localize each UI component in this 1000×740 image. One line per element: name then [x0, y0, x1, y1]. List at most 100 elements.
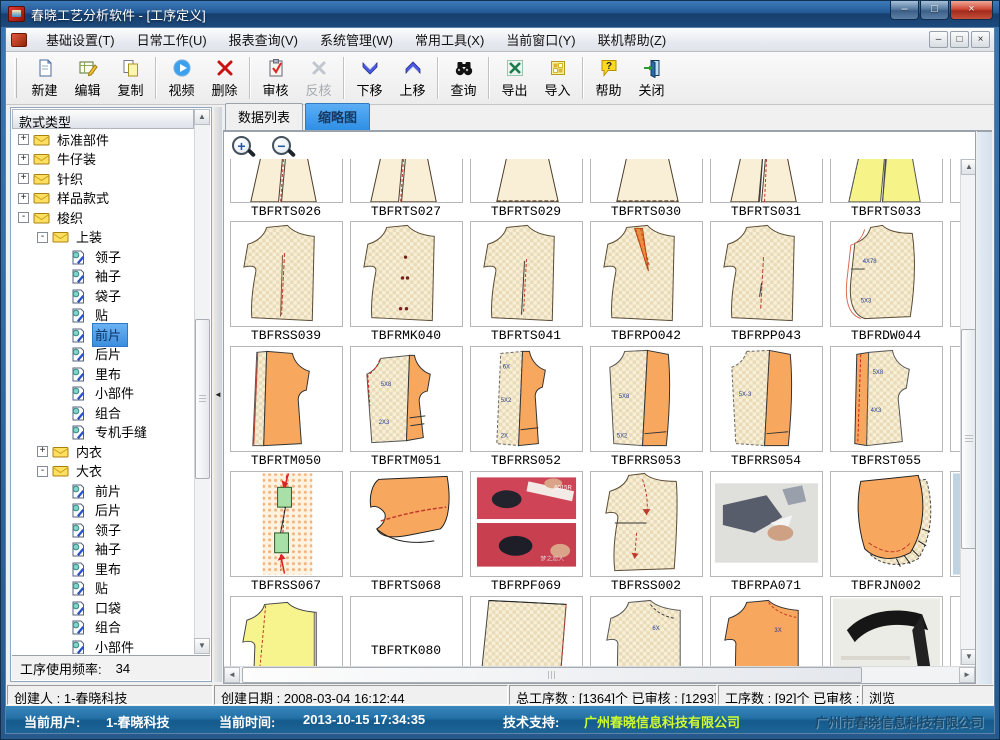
tree-item-袖子[interactable]: 袖子	[12, 540, 194, 560]
thumbnail-TBFRPP043[interactable]: TBFRPP043	[706, 221, 826, 346]
menu-item[interactable]: 基础设置(T)	[35, 27, 126, 52]
thumbnail-TBFRSS067[interactable]: TBFRSS067	[226, 471, 346, 596]
thumbnail-TBFRRS053[interactable]: 5X85X2TBFRRS053	[586, 346, 706, 471]
thumbnail-TBFRTS031[interactable]: TBFRTS031	[706, 159, 826, 221]
tree-item-大衣[interactable]: -大衣	[12, 462, 194, 482]
thumbnail-TBFRTS030[interactable]: TBFRTS030	[586, 159, 706, 221]
panel-splitter[interactable]: ◄	[214, 107, 222, 682]
tree-item-前片[interactable]: 前片	[12, 325, 194, 345]
grid-scroll-up-icon[interactable]: ▲	[961, 159, 976, 175]
tree-item-针织[interactable]: +针织	[12, 169, 194, 189]
thumbnail-cell[interactable]	[946, 221, 960, 346]
expand-icon[interactable]: +	[18, 154, 29, 165]
close-button[interactable]: ×	[950, 1, 993, 20]
toolbar-search-button[interactable]: 查询	[442, 55, 485, 101]
mdi-minimize-button[interactable]: –	[929, 31, 948, 48]
thumbnail-TBFRPA071[interactable]: TBFRPA071	[706, 471, 826, 596]
tree-item-牛仔装[interactable]: +牛仔装	[12, 150, 194, 170]
toolbar-delete-button[interactable]: 删除	[203, 55, 246, 101]
tree-scroll-thumb[interactable]	[195, 319, 210, 479]
toolbar-edit-button[interactable]: 编辑	[66, 55, 109, 101]
thumbnail-cell[interactable]	[826, 596, 946, 671]
grid-scroll-down-icon[interactable]: ▼	[961, 649, 976, 665]
thumbnail-cell[interactable]	[226, 596, 346, 671]
grid-scroll-right-icon[interactable]: ►	[959, 667, 975, 683]
thumbnail-TBFRPF069[interactable]: 6015R梦之恋人TBFRPF069	[466, 471, 586, 596]
thumbnail-TBFRDW044[interactable]: 4X785X3TBFRDW044	[826, 221, 946, 346]
thumbnail-cell[interactable]	[946, 471, 960, 596]
thumbnail-TBFRTM050[interactable]: TBFRTM050	[226, 346, 346, 471]
thumbnail-TBFRTS027[interactable]: TBFRTS027	[346, 159, 466, 221]
tree-item-内衣[interactable]: +内衣	[12, 442, 194, 462]
tree-item-袋子[interactable]: 袋子	[12, 286, 194, 306]
thumbnail-cell[interactable]	[946, 596, 960, 671]
expand-icon[interactable]: +	[18, 193, 29, 204]
thumbnail-cell[interactable]: 6X	[586, 596, 706, 671]
thumbnail-cell[interactable]	[946, 346, 960, 471]
tree-item-贴[interactable]: 贴	[12, 579, 194, 599]
thumbnail-TBFRJN002[interactable]: TBFRJN002	[826, 471, 946, 596]
tab-缩略图[interactable]: 缩略图	[305, 103, 370, 130]
thumbnail-TBFRRS052[interactable]: 6X5X22XTBFRRS052	[466, 346, 586, 471]
tree-item-口袋[interactable]: 口袋	[12, 598, 194, 618]
thumbnail-TBFRTS041[interactable]: TBFRTS041	[466, 221, 586, 346]
toolbar-new-document-button[interactable]: 新建	[23, 55, 66, 101]
thumbnail-TBFRRS054[interactable]: 5X-3TBFRRS054	[706, 346, 826, 471]
thumbnail-TBFRTS068[interactable]: TBFRTS068	[346, 471, 466, 596]
toolbar-exit-button[interactable]: 关闭	[630, 55, 673, 101]
zoom-out-icon[interactable]: −	[272, 136, 296, 160]
tree-item-领子[interactable]: 领子	[12, 520, 194, 540]
grid-vscroll-thumb[interactable]	[961, 329, 976, 549]
tree-item-组合[interactable]: 组合	[12, 618, 194, 638]
minimize-button[interactable]: –	[890, 1, 919, 20]
thumbnail-TBFRTS033[interactable]: TBFRTS033	[826, 159, 946, 221]
grid-hscroll-thumb[interactable]	[242, 667, 862, 683]
tree-item-里布[interactable]: 里布	[12, 364, 194, 384]
collapse-icon[interactable]: -	[18, 212, 29, 223]
toolbar-help-button[interactable]: ?帮助	[587, 55, 630, 101]
tree-item-里布[interactable]: 里布	[12, 559, 194, 579]
thumbnail-cell[interactable]	[946, 159, 960, 221]
zoom-in-icon[interactable]: +	[232, 136, 256, 160]
thumbnail-cell[interactable]: 3X	[706, 596, 826, 671]
tree-item-后片[interactable]: 后片	[12, 345, 194, 365]
tree-item-前片[interactable]: 前片	[12, 481, 194, 501]
toolbar-move-down-button[interactable]: 下移	[348, 55, 391, 101]
collapse-icon[interactable]: -	[37, 466, 48, 477]
tree-item-梭织[interactable]: -梭织	[12, 208, 194, 228]
tree-item-样品款式[interactable]: +样品款式	[12, 189, 194, 209]
menu-item[interactable]: 报表查询(V)	[218, 27, 309, 52]
menu-item[interactable]: 日常工作(U)	[126, 27, 218, 52]
expand-icon[interactable]: +	[18, 173, 29, 184]
tree-scroll-up-icon[interactable]: ▲	[194, 109, 210, 125]
thumbnail-TBFRST055[interactable]: 5X84X3TBFRST055	[826, 346, 946, 471]
tab-数据列表[interactable]: 数据列表	[225, 103, 303, 130]
tree-item-上装[interactable]: -上装	[12, 228, 194, 248]
toolbar-move-up-button[interactable]: 上移	[391, 55, 434, 101]
toolbar-approve-button[interactable]: 审核	[254, 55, 297, 101]
tree-item-专机手缝[interactable]: 专机手缝	[12, 423, 194, 443]
toolbar-video-button[interactable]: 视频	[160, 55, 203, 101]
toolbar-import-button[interactable]: 导入	[536, 55, 579, 101]
grid-vertical-scrollbar[interactable]: ▲ ▼	[960, 159, 976, 665]
thumbnail-TBFRPO042[interactable]: TBFRPO042	[586, 221, 706, 346]
thumbnail-TBFRSS039[interactable]: TBFRSS039	[226, 221, 346, 346]
menu-item[interactable]: 联机帮助(Z)	[587, 27, 678, 52]
thumbnail-cell[interactable]	[466, 596, 586, 671]
mdi-restore-button[interactable]: □	[950, 31, 969, 48]
tree-scroll-down-icon[interactable]: ▼	[194, 638, 210, 654]
expand-icon[interactable]: +	[18, 134, 29, 145]
tree-item-标准部件[interactable]: +标准部件	[12, 130, 194, 150]
toolbar-copy-button[interactable]: 复制	[109, 55, 152, 101]
collapse-icon[interactable]: -	[37, 232, 48, 243]
thumbnail-TBFRTK080[interactable]: TBFRTK080TBFRTK080	[346, 596, 466, 671]
menu-item[interactable]: 当前窗口(Y)	[495, 27, 586, 52]
maximize-button[interactable]: □	[920, 1, 949, 20]
tree-item-组合[interactable]: 组合	[12, 403, 194, 423]
toolbar-export-button[interactable]: 导出	[493, 55, 536, 101]
tree-item-后片[interactable]: 后片	[12, 501, 194, 521]
tree-item-小部件[interactable]: 小部件	[12, 637, 194, 654]
expand-icon[interactable]: +	[37, 446, 48, 457]
thumbnail-TBFRSS002[interactable]: TBFRSS002	[586, 471, 706, 596]
tree-item-领子[interactable]: 领子	[12, 247, 194, 267]
